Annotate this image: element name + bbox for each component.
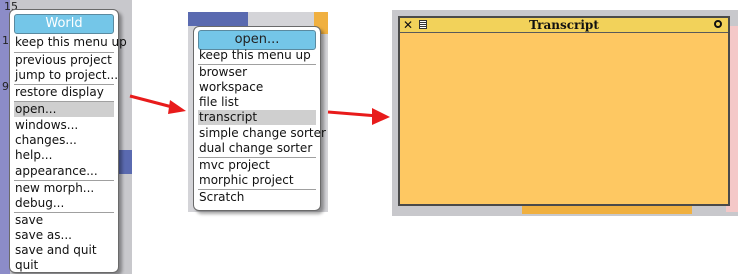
menu-item-debug[interactable]: debug...	[14, 196, 114, 211]
menu-item-help[interactable]: help...	[14, 148, 114, 163]
transcript-title-bar[interactable]: Transcript	[400, 18, 728, 33]
menu-item-restore-display[interactable]: restore display	[14, 85, 114, 100]
menu-item-morphic-project[interactable]: morphic project	[198, 173, 316, 188]
red-arrow-icon	[327, 108, 390, 125]
menu-item-save[interactable]: save	[14, 213, 114, 228]
transcript-window[interactable]: Transcript ✕	[398, 16, 730, 206]
menu-item-quit[interactable]: quit	[14, 258, 114, 273]
menu-item-open[interactable]: open...	[14, 102, 114, 117]
menu-item-mvc-project[interactable]: mvc project	[198, 158, 316, 173]
red-arrow-icon	[129, 94, 186, 114]
open-menu-title: open...	[198, 30, 316, 50]
menu-item-browser[interactable]: browser	[198, 65, 316, 80]
menu-item-windows[interactable]: windows...	[14, 118, 114, 133]
menu-item-new-morph[interactable]: new morph...	[14, 181, 114, 196]
menu-item-keep-this-menu-up[interactable]: keep this menu up	[198, 48, 316, 63]
open-menu: open... keep this menu up browser worksp…	[193, 26, 326, 211]
menu-item-jump-to-project[interactable]: jump to project...	[14, 68, 118, 83]
menu-item-save-and-quit[interactable]: save and quit	[14, 243, 114, 258]
collapse-icon[interactable]	[714, 20, 722, 28]
window-menu-icon[interactable]	[419, 20, 427, 29]
menu-item-save-as[interactable]: save as...	[14, 228, 114, 243]
menu-item-simple-change-sorter[interactable]: simple change sorter	[198, 126, 326, 141]
menu-item-file-list[interactable]: file list	[198, 95, 316, 110]
menu-item-previous-project[interactable]: previous project	[14, 53, 114, 68]
menu-item-changes[interactable]: changes...	[14, 133, 114, 148]
menu-item-scratch[interactable]: Scratch	[198, 190, 316, 205]
menu-item-transcript[interactable]: transcript	[198, 110, 316, 125]
transcript-text-area[interactable]	[400, 34, 728, 204]
background-number-2: 1	[2, 34, 9, 47]
menu-item-dual-change-sorter[interactable]: dual change sorter	[198, 141, 316, 156]
menu-item-workspace[interactable]: workspace	[198, 80, 316, 95]
background-left-blue-bar	[118, 150, 132, 174]
world-menu-title: World	[14, 14, 114, 34]
close-icon[interactable]: ✕	[403, 19, 413, 31]
world-menu: World keep this menu up previous project…	[9, 9, 127, 273]
background-middle-blue	[188, 12, 248, 26]
menu-item-appearance[interactable]: appearance...	[14, 164, 114, 179]
menu-item-keep-this-menu-up[interactable]: keep this menu up	[14, 35, 127, 50]
window-title: Transcript	[529, 18, 599, 32]
background-number-3: 9	[2, 80, 9, 93]
